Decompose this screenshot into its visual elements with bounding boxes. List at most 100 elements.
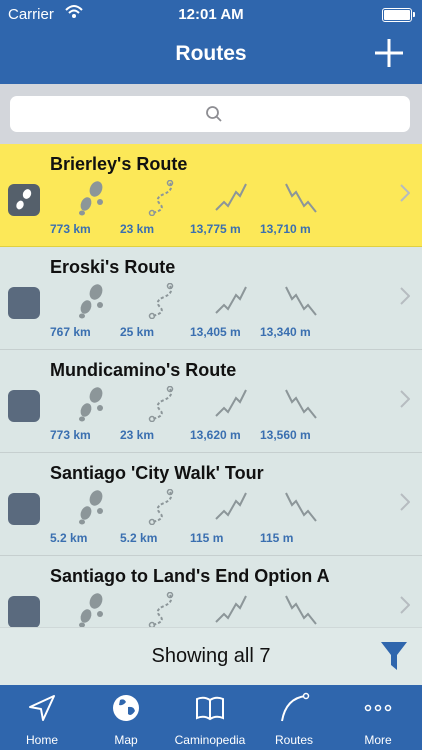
route-curve-icon xyxy=(281,692,310,722)
tab-routes[interactable]: Routes xyxy=(252,685,336,750)
stages-icon xyxy=(148,386,174,422)
chevron-right-icon xyxy=(400,287,411,311)
descent-icon xyxy=(285,595,317,625)
route-title: Mundicamino's Route xyxy=(50,360,237,380)
descent-stat xyxy=(260,590,340,627)
stage-stat xyxy=(120,590,200,627)
stage-value: 23 km xyxy=(120,222,155,236)
route-row[interactable]: Santiago to Land's End Option A xyxy=(0,556,422,627)
route-row[interactable]: Brierley's Route 773 km 23 km 13,775 m 13,71… xyxy=(0,144,422,247)
tab-bar: Home Map Caminopedia Routes More xyxy=(0,685,422,750)
ascent-value: 13,620 m xyxy=(190,428,241,442)
descent-stat: 115 m xyxy=(260,487,340,547)
footsteps-icon xyxy=(79,593,103,627)
location-arrow-icon xyxy=(29,695,55,721)
ascent-icon xyxy=(215,286,247,314)
chevron-right-icon xyxy=(400,493,411,517)
distance-stat: 773 km xyxy=(50,178,130,238)
search-icon xyxy=(206,106,222,122)
stages-icon xyxy=(148,283,174,319)
list-footer: Showing all 7 xyxy=(0,627,422,685)
route-type-icon xyxy=(8,287,40,319)
ascent-stat: 13,620 m xyxy=(190,384,270,444)
page-title: Routes xyxy=(175,42,247,65)
route-row[interactable]: Santiago 'City Walk' Tour 5.2 km 5.2 km 115… xyxy=(0,453,422,556)
stage-stat: 25 km xyxy=(120,281,200,341)
distance-stat: 773 km xyxy=(50,384,130,444)
footsteps-icon xyxy=(79,181,103,216)
stage-stat: 5.2 km xyxy=(120,487,200,547)
descent-icon xyxy=(285,286,317,316)
distance-stat: 767 km xyxy=(50,281,130,341)
descent-value: 13,710 m xyxy=(260,222,311,236)
search-bar xyxy=(0,84,422,144)
descent-stat: 13,560 m xyxy=(260,384,340,444)
ascent-icon xyxy=(215,595,247,623)
route-type-icon xyxy=(8,493,40,525)
tab-caminopedia-label: Caminopedia xyxy=(174,733,246,747)
ascent-stat: 115 m xyxy=(190,487,270,547)
footsteps-icon xyxy=(79,284,103,319)
route-title: Santiago to Land's End Option A xyxy=(50,566,330,586)
descent-icon xyxy=(285,183,317,213)
descent-value: 13,560 m xyxy=(260,428,311,442)
distance-stat: 5.2 km xyxy=(50,487,130,547)
route-list: Brierley's Route 773 km 23 km 13,775 m 13,71… xyxy=(0,144,422,627)
tab-home[interactable]: Home xyxy=(0,685,84,750)
tab-map[interactable]: Map xyxy=(84,685,168,750)
ascent-value: 13,405 m xyxy=(190,325,241,339)
ascent-value: 13,775 m xyxy=(190,222,241,236)
descent-stat: 13,710 m xyxy=(260,178,340,238)
filter-button[interactable] xyxy=(380,639,408,673)
ascent-icon xyxy=(215,389,247,417)
footsteps-icon xyxy=(79,490,103,525)
battery-icon xyxy=(382,8,415,22)
distance-value: 773 km xyxy=(50,428,91,442)
search-field[interactable] xyxy=(10,96,410,132)
descent-value: 115 m xyxy=(260,531,294,545)
route-title: Brierley's Route xyxy=(50,154,188,174)
ascent-icon xyxy=(215,492,247,520)
distance-value: 773 km xyxy=(50,222,91,236)
stages-icon xyxy=(148,592,174,627)
navigation-header: Carrier 12:01 AM Routes xyxy=(0,0,422,84)
descent-icon xyxy=(285,492,317,522)
chevron-right-icon xyxy=(400,184,411,208)
stage-stat: 23 km xyxy=(120,178,200,238)
route-row[interactable]: Eroski's Route 767 km 25 km 13,405 m 13,340 … xyxy=(0,247,422,350)
tab-more[interactable]: More xyxy=(336,685,420,750)
tab-caminopedia[interactable]: Caminopedia xyxy=(168,685,252,750)
ascent-stat: 13,405 m xyxy=(190,281,270,341)
distance-stat xyxy=(50,590,130,627)
walking-route-icon xyxy=(8,184,40,216)
tab-map-label: Map xyxy=(114,733,138,747)
showing-count-label: Showing all 7 xyxy=(151,645,271,667)
more-dots-icon xyxy=(364,704,392,712)
descent-icon xyxy=(285,389,317,419)
distance-value: 5.2 km xyxy=(50,531,88,545)
stage-value: 23 km xyxy=(120,428,155,442)
footsteps-icon xyxy=(79,387,103,422)
ascent-stat xyxy=(190,590,270,627)
status-time: 12:01 AM xyxy=(178,6,244,23)
tab-home-label: Home xyxy=(25,733,58,747)
stage-value: 5.2 km xyxy=(120,531,158,545)
chevron-right-icon xyxy=(400,596,411,620)
add-route-button[interactable] xyxy=(372,36,406,70)
route-type-icon xyxy=(8,390,40,422)
route-title: Santiago 'City Walk' Tour xyxy=(50,463,264,483)
descent-value: 13,340 m xyxy=(260,325,311,339)
route-title: Eroski's Route xyxy=(50,257,176,277)
status-bar: Carrier 12:01 AM xyxy=(0,0,422,30)
filter-icon xyxy=(381,642,407,670)
tab-more-label: More xyxy=(364,733,392,747)
route-row[interactable]: Mundicamino's Route 773 km 23 km 13,620 m 13… xyxy=(0,350,422,453)
stage-value: 25 km xyxy=(120,325,155,339)
ascent-value: 115 m xyxy=(190,531,224,545)
stages-icon xyxy=(148,489,174,525)
descent-stat: 13,340 m xyxy=(260,281,340,341)
distance-value: 767 km xyxy=(50,325,91,339)
stages-icon xyxy=(148,180,174,216)
ascent-stat: 13,775 m xyxy=(190,178,270,238)
chevron-right-icon xyxy=(400,390,411,414)
